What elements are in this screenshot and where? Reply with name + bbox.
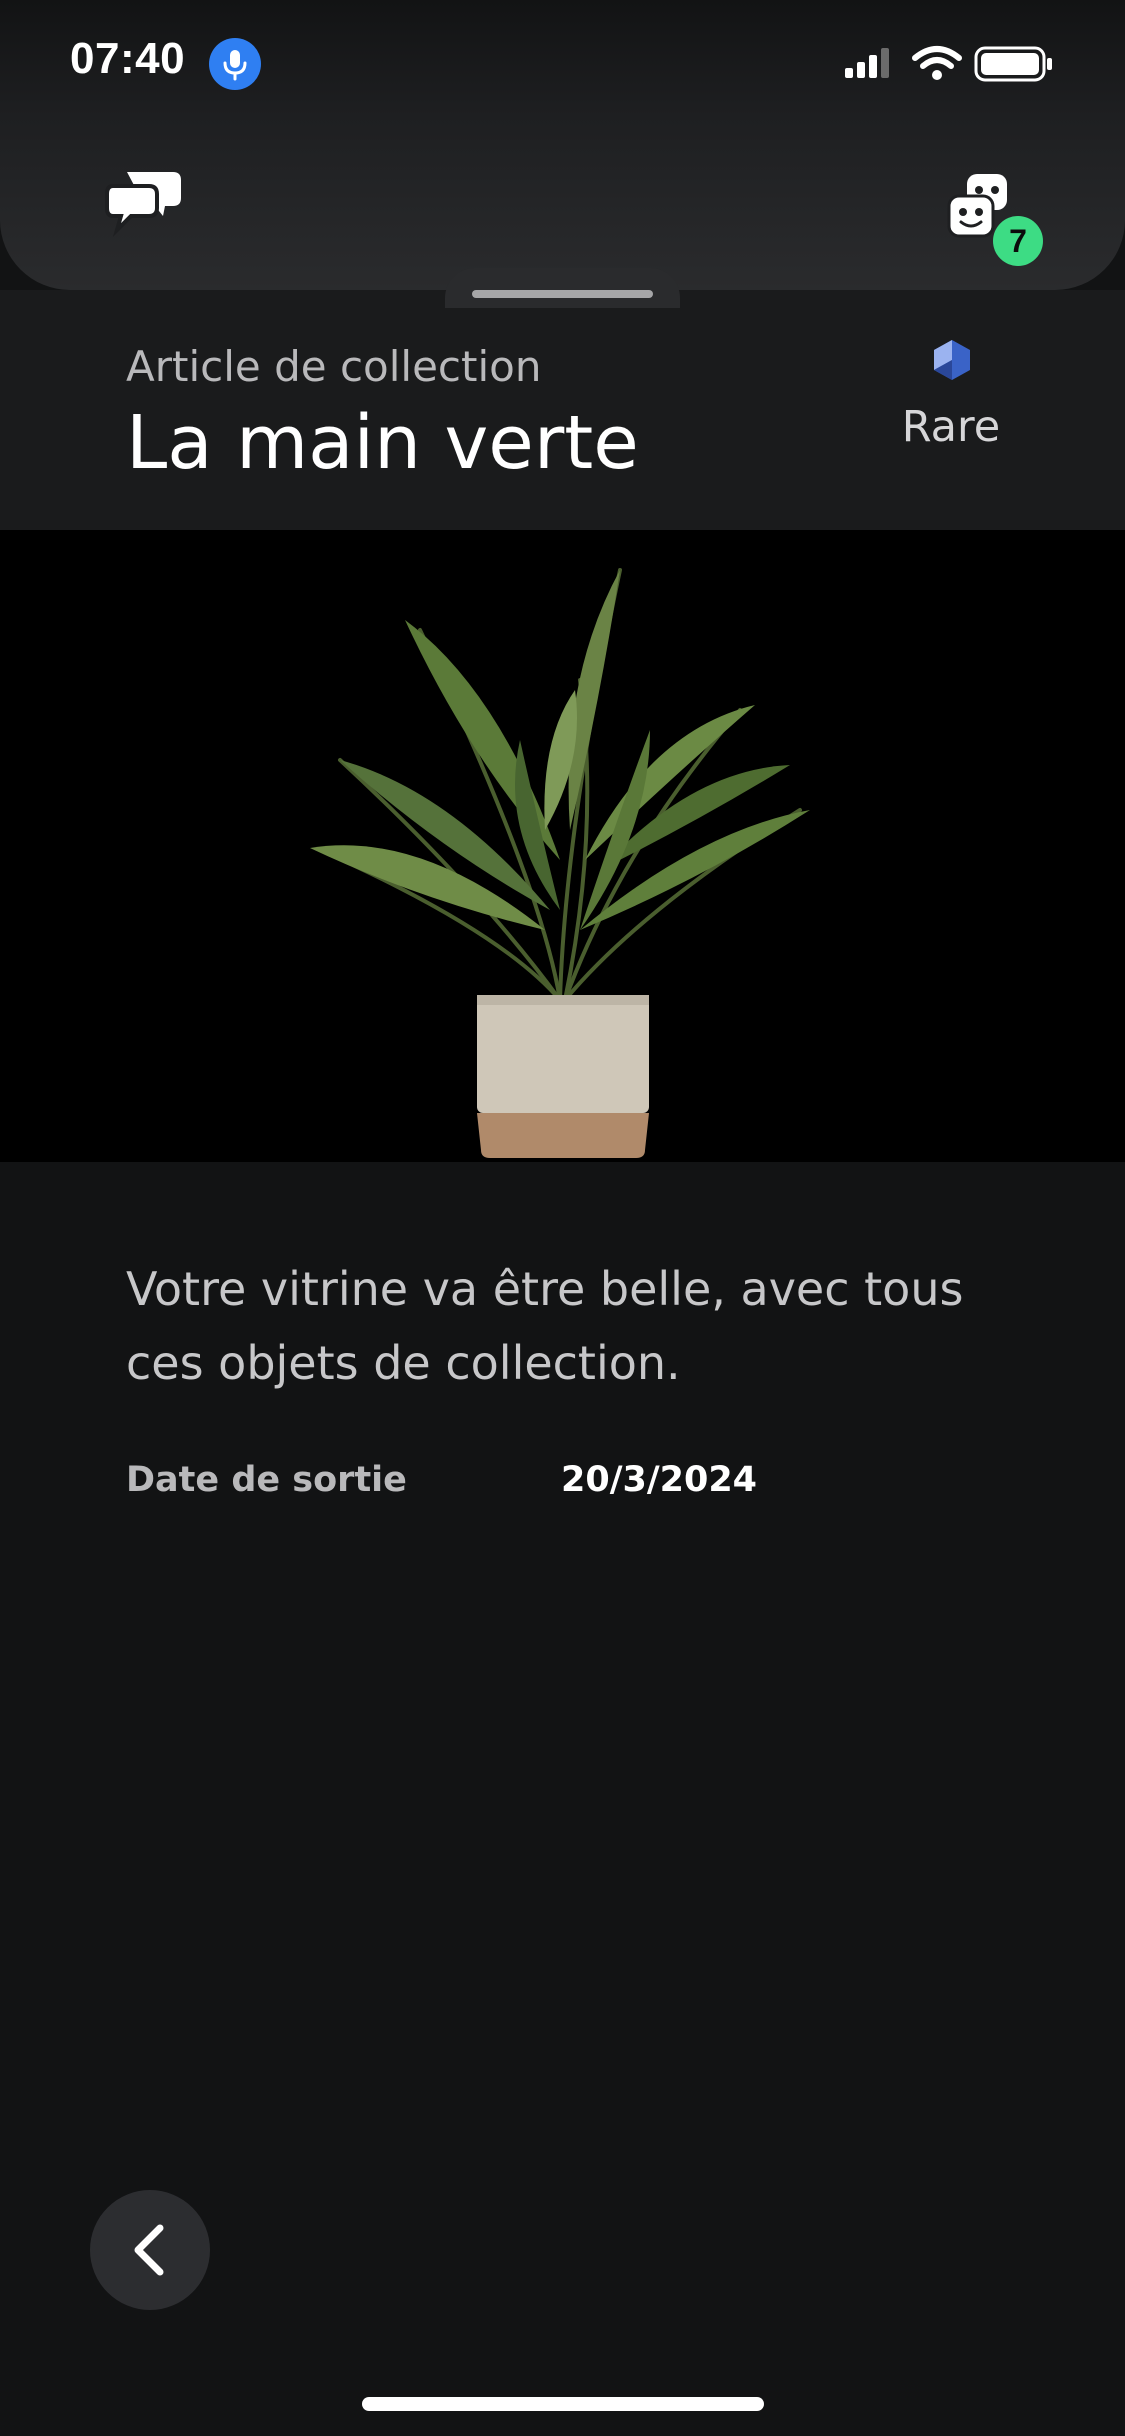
- microphone-icon: [209, 38, 261, 90]
- status-icons: [845, 42, 1055, 86]
- release-date-label: Date de sortie: [126, 1460, 407, 1500]
- rarity-gem-icon: [932, 338, 972, 382]
- item-header: Article de collection La main verte Rare: [0, 290, 1125, 530]
- potted-plant-image: [310, 568, 810, 1158]
- back-button[interactable]: [90, 2190, 210, 2310]
- notification-badge: 7: [993, 216, 1043, 266]
- header-notch: [445, 268, 680, 308]
- item-description: Votre vitrine va être belle, avec tous c…: [126, 1262, 964, 1390]
- party-button[interactable]: 7: [945, 170, 1045, 270]
- chat-bubbles-icon: [105, 172, 181, 237]
- status-time: 07:40: [70, 34, 186, 83]
- item-category: Article de collection: [126, 342, 542, 391]
- chevron-left-icon: [134, 2224, 164, 2276]
- item-title: La main verte: [126, 400, 639, 486]
- battery-icon: [974, 46, 1052, 82]
- item-image-area: [0, 530, 1125, 1162]
- wifi-icon: [912, 46, 962, 80]
- release-date-value: 20/3/2024: [561, 1460, 758, 1500]
- sheet-grabber[interactable]: [472, 290, 653, 298]
- status-bar: 07:40: [0, 0, 1125, 130]
- rarity-label: Rare: [901, 402, 1001, 452]
- cellular-signal-icon: [845, 48, 889, 78]
- home-indicator[interactable]: [362, 2397, 764, 2411]
- chat-button[interactable]: [105, 168, 185, 238]
